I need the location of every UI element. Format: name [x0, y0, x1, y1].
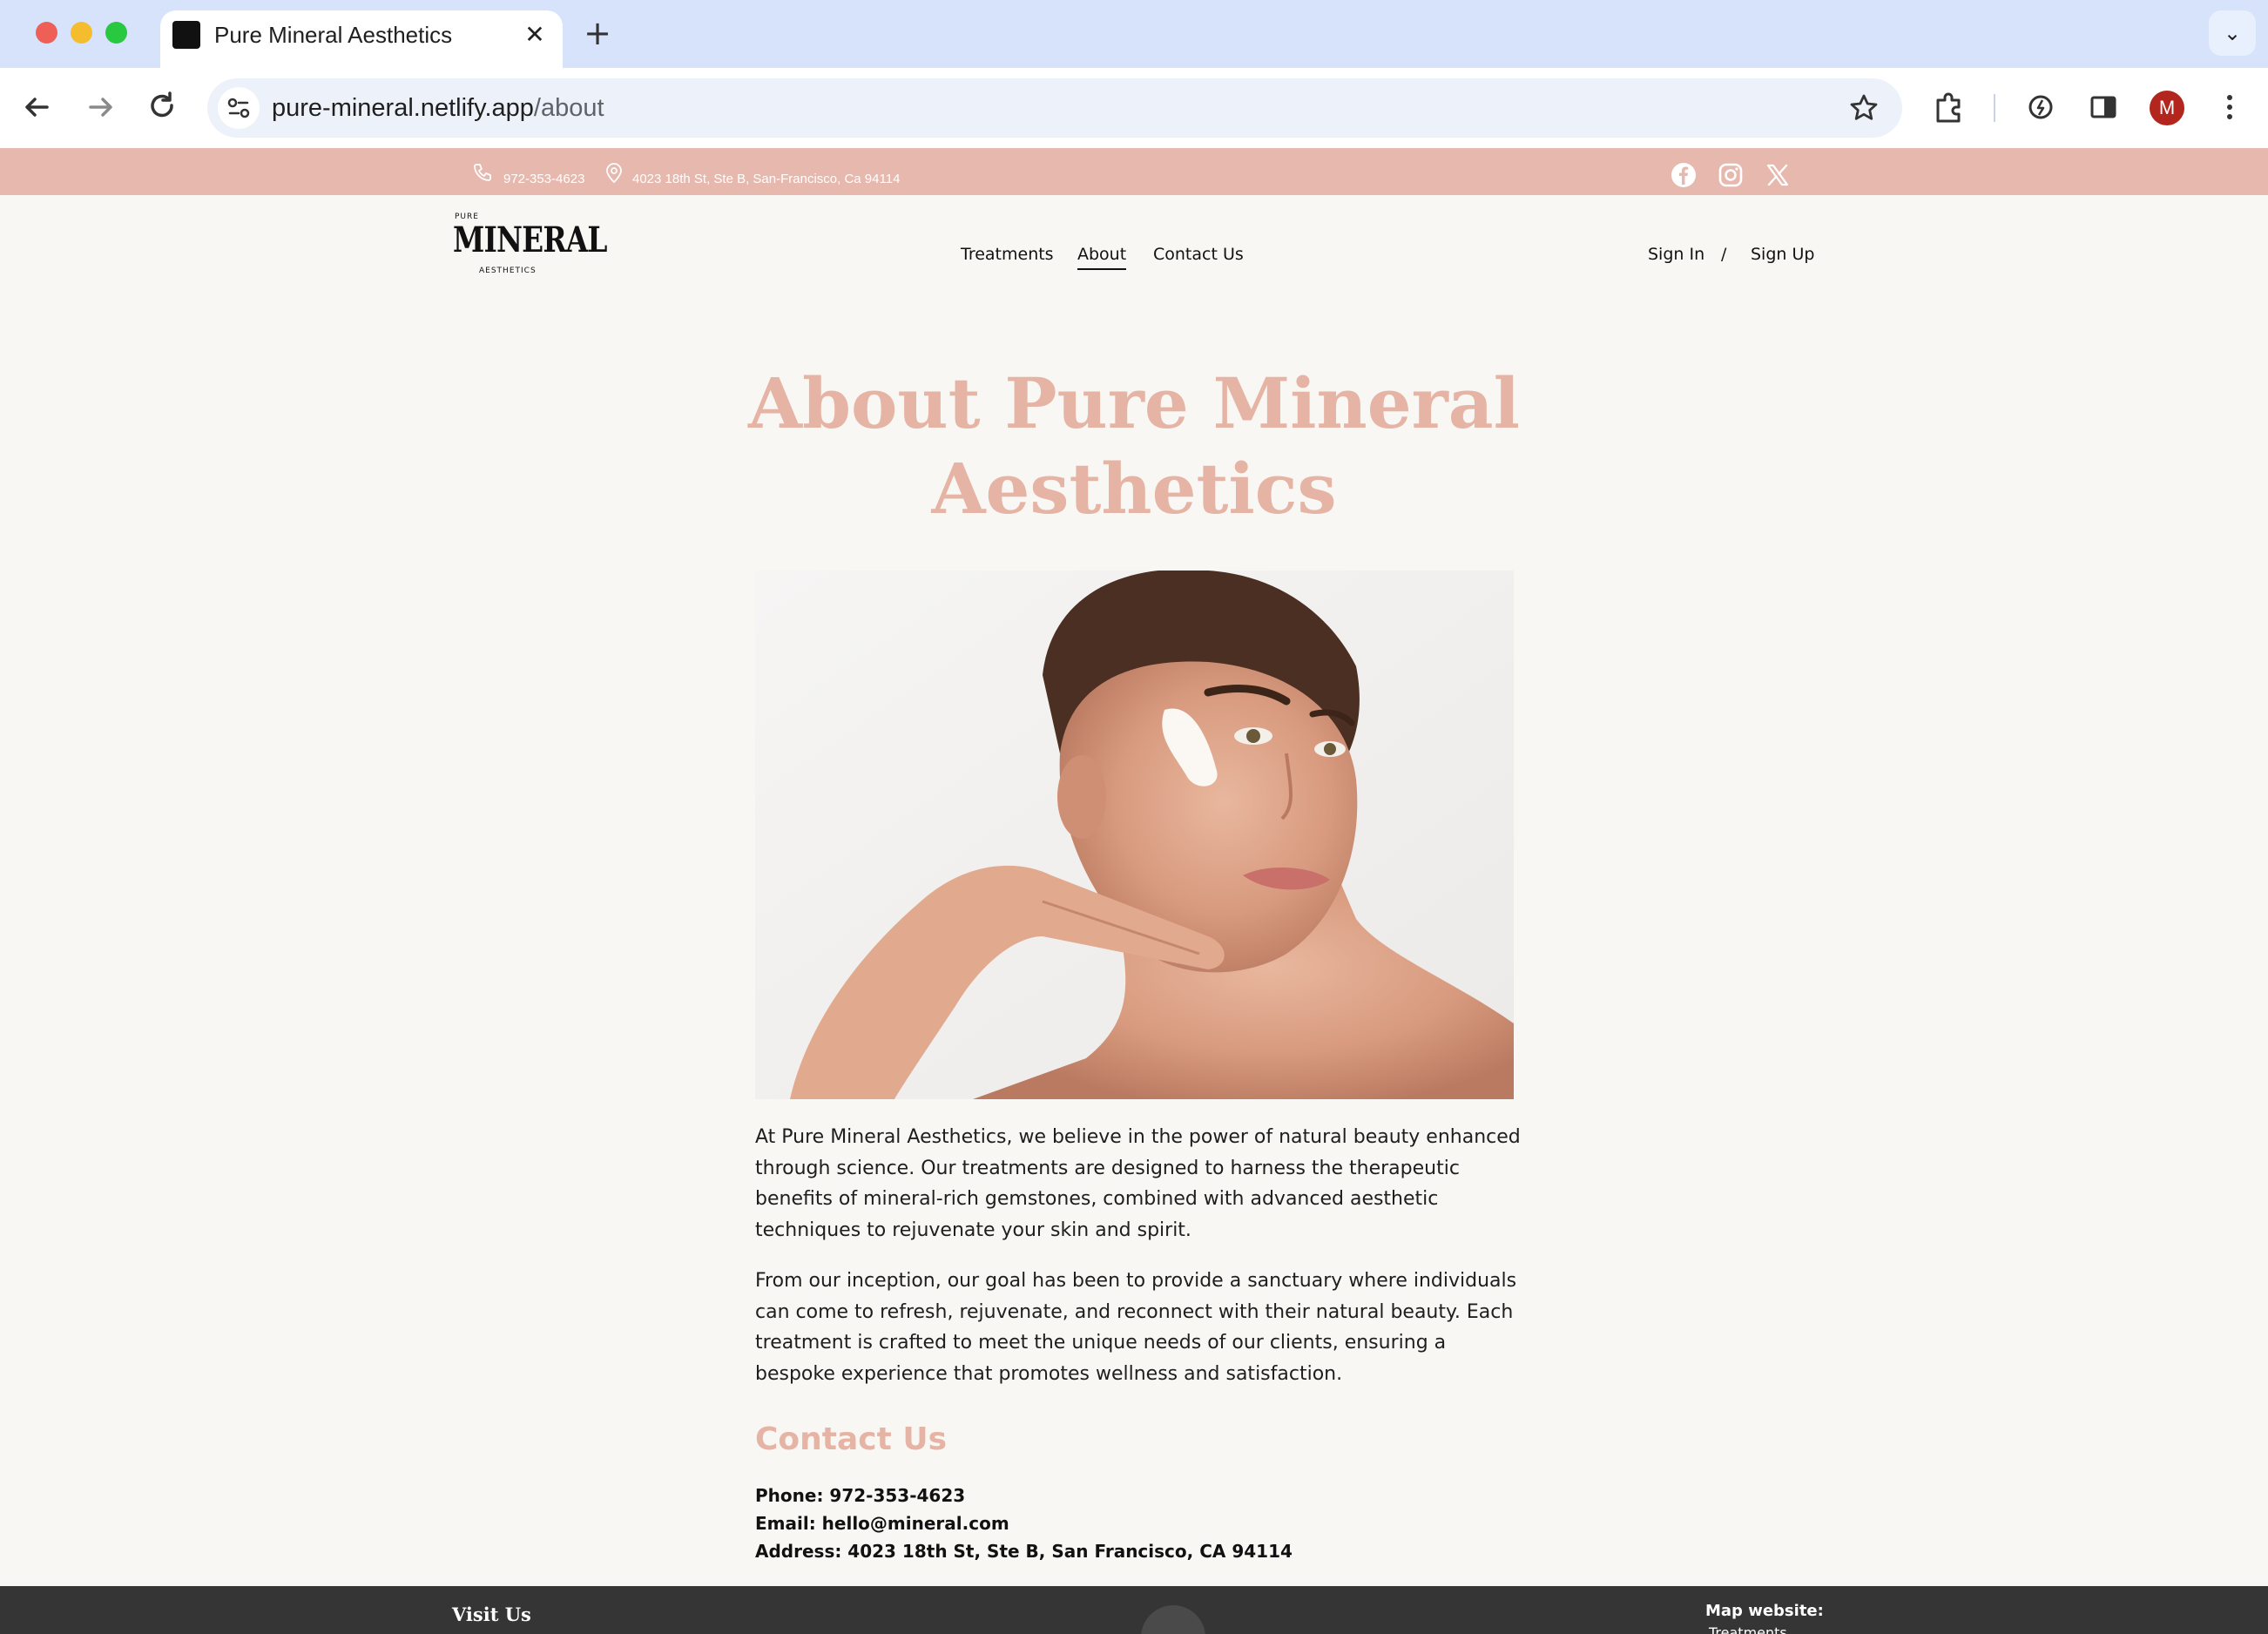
footer-visit-heading: Visit Us [452, 1604, 531, 1625]
site-favicon-icon [172, 21, 200, 49]
performance-icon[interactable] [2019, 85, 2062, 129]
location-pin-icon [606, 163, 622, 184]
tab-title: Pure Mineral Aesthetics [214, 22, 453, 48]
topbar-phone[interactable]: 972-353-4623 [503, 172, 584, 186]
footer-map-heading: Map website: [1705, 1602, 1824, 1620]
page-title: About Pure Mineral Aesthetics [699, 361, 1569, 531]
facebook-icon[interactable] [1671, 162, 1697, 188]
contact-email: Email: hello@mineral.com [755, 1513, 1009, 1534]
nav-link-contact-us[interactable]: Contact Us [1153, 244, 1244, 265]
browser-menu-icon[interactable] [2208, 85, 2251, 129]
browser-tab-strip: Pure Mineral Aesthetics ✕ + ⌄ [0, 0, 2268, 68]
contact-heading: Contact Us [755, 1421, 948, 1457]
site-logo[interactable]: PURE MINERAL AESTHETICS [453, 213, 607, 282]
topbar-address: 4023 18th St, Ste B, San-Francisco, Ca 9… [632, 172, 901, 186]
sign-in-link[interactable]: Sign In [1648, 244, 1704, 265]
back-arrow-icon[interactable] [16, 85, 59, 129]
phone-icon [474, 164, 491, 181]
x-icon[interactable] [1765, 162, 1791, 188]
browser-toolbar: pure-mineral.netlify.app/about M [0, 68, 2268, 148]
browser-tab-active[interactable]: Pure Mineral Aesthetics ✕ [160, 10, 563, 68]
page-viewport: 972-353-4623 4023 18th St, Ste B, San-Fr… [0, 148, 2268, 1634]
contact-address: Address: 4023 18th St, Ste B, San Franci… [755, 1541, 1293, 1562]
window-minimize-button[interactable] [71, 22, 92, 44]
sign-up-link[interactable]: Sign Up [1751, 244, 1814, 265]
logo-main-text: MINERAL [453, 219, 607, 260]
tab-close-icon[interactable]: ✕ [521, 21, 549, 49]
tab-search-menu-button[interactable]: ⌄ [2209, 10, 2256, 56]
reload-icon[interactable] [141, 85, 185, 129]
about-paragraph-2: From our inception, our goal has been to… [755, 1270, 1517, 1385]
url-path: /about [533, 94, 604, 122]
extensions-puzzle-icon[interactable] [1927, 85, 1970, 129]
url-text: pure-mineral.netlify.app/about [272, 91, 604, 125]
window-zoom-button[interactable] [105, 22, 127, 44]
site-header: PURE MINERAL AESTHETICS Treatments About… [0, 195, 2268, 300]
window-close-button[interactable] [36, 22, 57, 44]
site-settings-icon[interactable] [218, 87, 260, 129]
toolbar-divider [1994, 94, 1995, 122]
url-host: pure-mineral.netlify.app [272, 94, 534, 122]
page-title-line-2: Aesthetics [931, 448, 1337, 530]
forward-arrow-icon[interactable] [78, 85, 122, 129]
footer-logo-icon[interactable] [1141, 1605, 1205, 1634]
nav-link-about[interactable]: About [1077, 244, 1127, 270]
logo-bottom-text: AESTHETICS [479, 267, 537, 275]
footer-link-treatments[interactable]: Treatments [1709, 1624, 1787, 1634]
contact-phone: Phone: 972-353-4623 [755, 1485, 966, 1506]
nav-link-treatments[interactable]: Treatments [961, 244, 1054, 265]
bookmark-star-icon[interactable] [1848, 91, 1880, 133]
instagram-icon[interactable] [1718, 162, 1744, 188]
page-title-line-1: About Pure Mineral [748, 362, 1520, 444]
side-panel-icon[interactable] [2082, 85, 2125, 129]
hero-portrait-image [755, 571, 1514, 1099]
site-footer: Visit Us Map website: Treatments [0, 1586, 2268, 1634]
about-paragraph-1: At Pure Mineral Aesthetics, we believe i… [755, 1126, 1521, 1241]
profile-avatar[interactable]: M [2150, 91, 2184, 125]
auth-separator: / [1721, 245, 1727, 264]
contact-top-bar: 972-353-4623 4023 18th St, Ste B, San-Fr… [0, 148, 2268, 195]
address-bar[interactable]: pure-mineral.netlify.app/about [207, 78, 1902, 138]
new-tab-button[interactable]: + [578, 16, 617, 54]
